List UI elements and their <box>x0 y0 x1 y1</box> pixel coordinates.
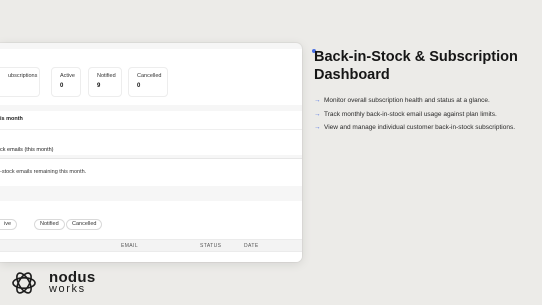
stat-value: 0 <box>60 83 64 89</box>
feature-list: → Monitor overall subscription health an… <box>314 97 539 138</box>
arrow-right-icon: → <box>314 124 321 131</box>
divider <box>0 129 302 130</box>
stat-label: Cancelled <box>137 73 162 79</box>
stat-label: ubscriptions <box>8 73 38 79</box>
feature-item: → Monitor overall subscription health an… <box>314 97 539 105</box>
dashboard-screenshot: ubscriptions Active 0 Notified 9 Cancell… <box>0 43 302 262</box>
feature-text: View and manage individual customer back… <box>324 124 516 131</box>
filter-chip-cancelled[interactable]: Cancelled <box>66 219 103 230</box>
stat-label: Notified <box>97 73 116 79</box>
usage-emails-label: ck emails (this month) <box>0 147 54 153</box>
usage-panel: is month ck emails (this month) <box>0 111 302 155</box>
logo-mark-icon <box>12 272 36 294</box>
stat-card-active: Active 0 <box>51 67 81 97</box>
remaining-panel: -stock emails remaining this month. <box>0 158 302 186</box>
stat-value: 9 <box>97 83 101 89</box>
stat-value: 0 <box>137 83 141 89</box>
filter-chip-active[interactable]: ive <box>0 219 18 230</box>
page-title: Back-in-Stock & Subscription Dashboard <box>314 49 518 83</box>
stat-card-subscriptions: ubscriptions <box>0 67 40 97</box>
stats-panel: ubscriptions Active 0 Notified 9 Cancell… <box>0 49 302 105</box>
brand-logo: nodus works <box>11 269 101 296</box>
feature-text: Track monthly back-in-stock email usage … <box>324 110 497 118</box>
arrow-right-icon: → <box>314 110 321 118</box>
table-header: EMAIL STATUS DATE <box>0 239 302 252</box>
stat-card-cancelled: Cancelled 0 <box>128 67 168 97</box>
stat-card-notified: Notified 9 <box>88 67 122 97</box>
remaining-text: -stock emails remaining this month. <box>0 169 87 175</box>
usage-title: is month <box>0 116 23 122</box>
stat-label: Active <box>60 73 75 79</box>
filter-chip-notified[interactable]: Notified <box>34 219 65 230</box>
feature-item: → Track monthly back-in-stock email usag… <box>314 111 539 119</box>
column-header-date[interactable]: DATE <box>244 243 259 249</box>
column-header-status[interactable]: STATUS <box>200 243 221 249</box>
feature-text: Monitor overall subscription health and … <box>324 97 490 104</box>
subscriptions-panel: ive Notified Cancelled EMAIL STATUS DATE <box>0 201 302 262</box>
brand-subname: works <box>49 283 86 295</box>
column-header-email[interactable]: EMAIL <box>121 243 138 249</box>
arrow-right-icon: → <box>314 97 321 104</box>
feature-item: → View and manage individual customer ba… <box>314 124 539 132</box>
